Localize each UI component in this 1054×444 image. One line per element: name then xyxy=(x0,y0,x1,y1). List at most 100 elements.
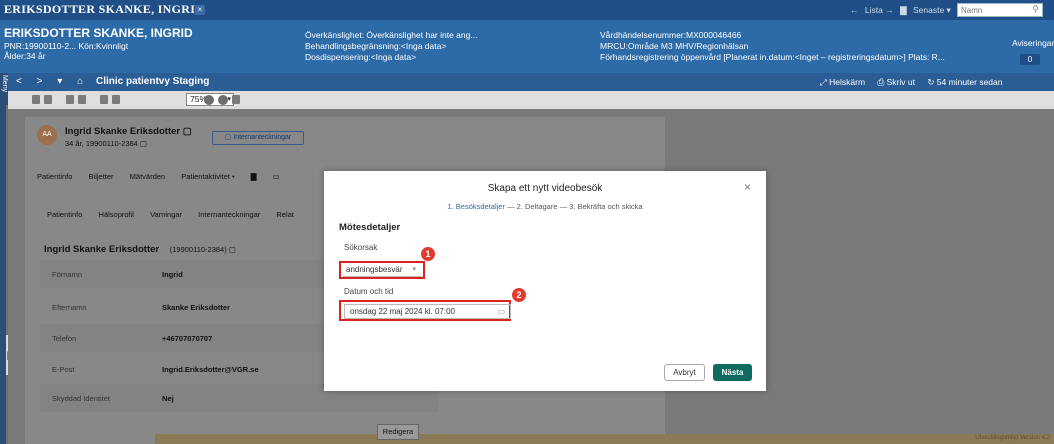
back-icon[interactable]: < xyxy=(16,76,22,87)
mrcu-text: MRCU:Område M3 MHV/Regionhälsan xyxy=(600,41,749,51)
patient-tab-title[interactable]: ERIKSDOTTER SKANKE, INGRID xyxy=(4,2,204,17)
row-value: Skanke Eriksdotter xyxy=(162,303,230,312)
document-toolbar: 75% ▾ xyxy=(8,91,1054,110)
visit-info: Vårdhändelsenummer:MX000046466 MRCU:Områ… xyxy=(600,30,945,63)
subtab-patientinfo[interactable]: Patientinfo xyxy=(47,210,82,219)
step-rest: — 2. Deltagare — 3. Bekräfta och skicka xyxy=(504,202,643,211)
info-title: Ingrid Skanke Eriksdotter (19900110-2384… xyxy=(44,244,236,255)
meny-tab[interactable]: Meny xyxy=(0,73,8,105)
top-nav: ← Lista → ▇ Senaste ▾ xyxy=(850,5,955,16)
copy-icon[interactable]: ▢ xyxy=(183,126,192,137)
sub-tabs: Patientinfo Hälsoprofil Varningar Intern… xyxy=(47,210,308,219)
edit-button[interactable]: Redigera xyxy=(377,424,419,440)
print-button[interactable]: ⎙ Skriv ut xyxy=(877,77,915,87)
tab-matvarden[interactable]: Mätvärden xyxy=(130,172,165,181)
tab-patientaktivitet[interactable]: Patientaktivitet • xyxy=(181,172,235,181)
folder-icon: ▇ xyxy=(900,5,907,15)
senaste-dropdown[interactable]: Senaste ▾ xyxy=(913,5,951,15)
subtab-halsoprofil[interactable]: Hälsoprofil xyxy=(99,210,134,219)
vardhandelse-text: Vårdhändelsenummer:MX000046466 xyxy=(600,30,742,40)
subtab-varningar[interactable]: Varningar xyxy=(150,210,182,219)
patient-pnr: PNR:19900110-2... Kön:Kvinnligt xyxy=(4,41,129,51)
patient-name: ERIKSDOTTER SKANKE, INGRID xyxy=(4,26,193,40)
modal-steps: 1. Besöksdetaljer — 2. Deltagare — 3. Be… xyxy=(324,202,766,211)
lista-link[interactable]: Lista → xyxy=(865,5,894,15)
window-title-bar: ERIKSDOTTER SKANKE, INGRID × ← Lista → ▇… xyxy=(0,0,1054,20)
info-title-pnr: (19900110-2384) ▢ xyxy=(169,245,236,254)
row-label: Telefon xyxy=(52,334,77,343)
forhandsregistrering-text: Förhandsregistrering öppenvård [Planerat… xyxy=(600,52,945,62)
refresh-status[interactable]: ↻ 54 minuter sedan xyxy=(927,77,1002,87)
date-value: onsdag 22 maj 2024 kl. 07:00 ▭ xyxy=(344,304,511,319)
aviseringar-label[interactable]: Aviseringar xyxy=(1012,38,1054,48)
search-icon[interactable]: ⚲ xyxy=(1032,4,1039,15)
row-label: Efternamn xyxy=(52,303,87,312)
step-active: 1. Besöksdetaljer xyxy=(447,202,505,211)
video-icon[interactable]: ▭ xyxy=(273,172,280,181)
row-label: Förnamn xyxy=(52,270,83,279)
internanteckningar-button[interactable]: ▢ Internanteckningar xyxy=(212,131,304,145)
reason-select[interactable]: andningsbesvär ▾ xyxy=(339,261,425,279)
prev-page-icon[interactable] xyxy=(66,95,74,104)
row-value: +46707070707 xyxy=(162,334,213,343)
next-page-icon[interactable] xyxy=(78,95,86,104)
behandlingsbegransning-text[interactable]: Behandlingsbegränsning:<Inga data> xyxy=(305,41,477,52)
close-tab-icon[interactable]: × xyxy=(195,5,205,15)
dot-icon[interactable] xyxy=(204,95,214,105)
tab-biljetter[interactable]: Biljetter xyxy=(89,172,114,181)
close-icon[interactable]: × xyxy=(744,180,751,194)
row-value: Ingrid xyxy=(162,270,183,279)
bell-icon[interactable]: 0 xyxy=(1020,54,1040,65)
clinic-navbar: < > ▾ ⌂ Clinic patientvy Staging ⤢ Helsk… xyxy=(8,73,1054,91)
avatar: AA xyxy=(37,125,57,145)
binoculars-icon[interactable] xyxy=(32,95,40,104)
forward-icon[interactable]: > xyxy=(37,76,43,87)
main-tabs: Patientinfo Biljetter Mätvärden Patienta… xyxy=(37,172,294,181)
next-button[interactable]: Nästa xyxy=(713,364,752,381)
date-text: onsdag 22 maj 2024 kl. 07:00 xyxy=(350,307,455,316)
home-page-icon[interactable] xyxy=(232,95,240,104)
fullscreen-button[interactable]: ⤢ Helskärm xyxy=(820,77,865,87)
patient-warnings: Överkänslighet: Överkänslighet har inte … xyxy=(305,30,477,63)
date-label: Datum och tid xyxy=(344,287,394,296)
chevron-down-icon: ▾ xyxy=(227,96,231,103)
chevron-down-icon[interactable]: ▾ xyxy=(57,76,62,87)
row-value: Nej xyxy=(162,394,174,403)
row-label: E-Post xyxy=(52,365,75,374)
home-icon[interactable]: ⌂ xyxy=(77,76,83,87)
page-title: Clinic patientvy Staging xyxy=(96,76,210,87)
card-name-text: Ingrid Skanke Eriksdotter xyxy=(65,126,181,137)
row-label: Skyddad Identitet xyxy=(52,394,110,403)
annotation-marker-1: 1 xyxy=(421,247,435,261)
info-title-name: Ingrid Skanke Eriksdotter xyxy=(44,244,160,255)
document-icon[interactable]: ▇ xyxy=(251,172,257,181)
patient-header: ERIKSDOTTER SKANKE, INGRID PNR:19900110-… xyxy=(0,20,1054,73)
nav-controls: < > ▾ ⌂ xyxy=(16,76,95,87)
dosdispensering-text[interactable]: Dosdispensering:<Inga data> xyxy=(305,52,477,63)
overkanslighet-text[interactable]: Överkänslighet: Överkänslighet har inte … xyxy=(305,30,477,41)
environment-strip: Utvecklingsmiljö Version 4.2 xyxy=(155,434,1054,444)
reason-text: andningsbesvär xyxy=(346,265,403,274)
tab-patientinfo[interactable]: Patientinfo xyxy=(37,172,72,181)
section-title: Mötesdetaljer xyxy=(339,222,401,233)
subtab-internanteckningar[interactable]: Internanteckningar xyxy=(198,210,260,219)
row-value: Ingrid.Eriksdotter@VGR.se xyxy=(162,365,259,374)
nav-actions: ⤢ Helskärm ⎙ Skriv ut ↻ 54 minuter sedan xyxy=(820,77,1013,88)
environment-label: Utvecklingsmiljö Version 4.2 xyxy=(975,435,1050,441)
annotation-marker-2: 2 xyxy=(512,288,526,302)
back-arrow-icon[interactable]: ← xyxy=(850,5,859,15)
chevron-down-icon: ▾ xyxy=(412,266,416,273)
left-strip xyxy=(0,73,6,444)
dot-icon[interactable] xyxy=(218,95,228,105)
zoom-out-icon[interactable] xyxy=(112,95,120,104)
calendar-icon[interactable]: ▭ xyxy=(497,305,505,318)
patient-age: Ålder:34 år xyxy=(4,51,46,61)
card-patient-sub: 34 år, 19900110-2384 ▢ xyxy=(65,139,148,148)
page-icon[interactable] xyxy=(44,95,52,104)
date-time-field[interactable]: onsdag 22 maj 2024 kl. 07:00 ▭ xyxy=(339,300,511,321)
cancel-button[interactable]: Avbryt xyxy=(664,364,705,381)
subtab-relat[interactable]: Relat xyxy=(276,210,294,219)
zoom-in-icon[interactable] xyxy=(100,95,108,104)
search-input[interactable] xyxy=(958,4,1034,16)
video-visit-modal: Skapa ett nytt videobesök × 1. Besöksdet… xyxy=(324,171,766,391)
